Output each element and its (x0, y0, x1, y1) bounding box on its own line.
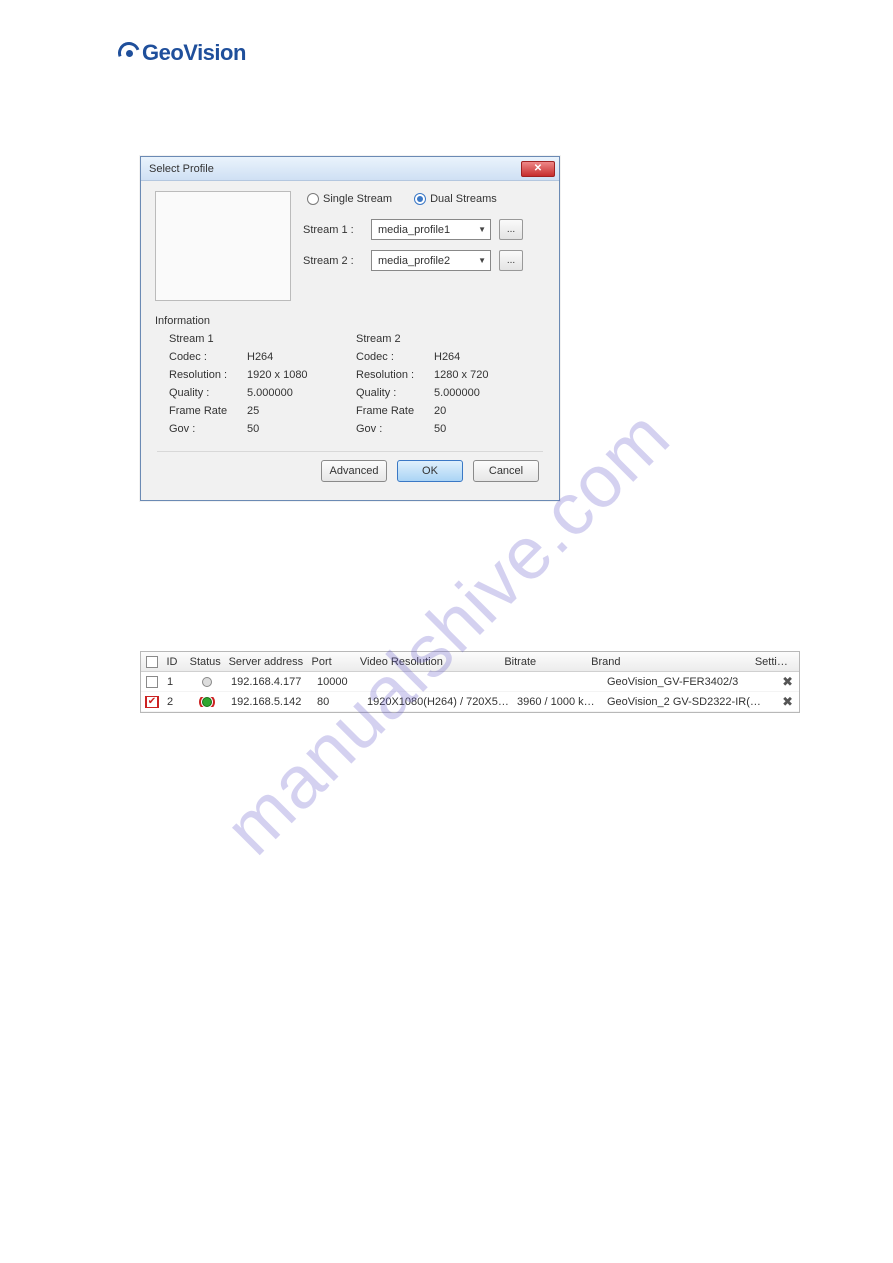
status-dot-icon (202, 677, 212, 687)
cell-id: 2 (163, 696, 187, 708)
col-address[interactable]: Server address (225, 656, 308, 668)
row-checkbox[interactable] (146, 676, 158, 688)
cell-port: 80 (313, 696, 363, 708)
dialog-titlebar: Select Profile ✕ (141, 157, 559, 181)
radio-label: Single Stream (323, 193, 392, 205)
info-val: H264 (434, 351, 460, 363)
combo-value: media_profile1 (378, 224, 450, 236)
col-bitrate[interactable]: Bitrate (500, 656, 587, 668)
cell-brand: GeoVision_2 GV-SD2322-IR(ONVIF) (603, 696, 773, 708)
info-key: Gov : (169, 423, 247, 435)
close-button[interactable]: ✕ (521, 161, 555, 177)
table-row[interactable]: 1 192.168.4.177 10000 GeoVision_GV-FER34… (141, 672, 799, 692)
info-val: 1280 x 720 (434, 369, 488, 381)
combo-value: media_profile2 (378, 255, 450, 267)
cell-bitrate: 3960 / 1000 kbps (513, 696, 603, 708)
stream2-select[interactable]: media_profile2 ▼ (371, 250, 491, 271)
logo-icon (118, 42, 140, 64)
close-icon: ✕ (534, 163, 542, 174)
stream1-browse-button[interactable]: ... (499, 219, 523, 240)
info-key: Frame Rate (169, 405, 247, 417)
radio-label: Dual Streams (430, 193, 497, 205)
dialog-title: Select Profile (149, 163, 214, 175)
row-settings-button[interactable]: ✖ (773, 694, 797, 710)
info-key: Frame Rate (356, 405, 434, 417)
radio-icon (414, 193, 426, 205)
cell-address: 192.168.4.177 (227, 676, 313, 688)
ok-button[interactable]: OK (397, 460, 463, 482)
col-status[interactable]: Status (186, 656, 225, 668)
cell-port: 10000 (313, 676, 363, 688)
info-key: Resolution : (356, 369, 434, 381)
stream2-browse-button[interactable]: ... (499, 250, 523, 271)
radio-icon (307, 193, 319, 205)
radio-single-stream[interactable]: Single Stream (307, 193, 392, 205)
col-brand[interactable]: Brand (587, 656, 751, 668)
info-key: Quality : (169, 387, 247, 399)
info-val: H264 (247, 351, 273, 363)
row-checkbox[interactable]: ✔ (146, 696, 158, 708)
info-key: Gov : (356, 423, 434, 435)
check-icon: ✔ (148, 697, 156, 707)
col-id[interactable]: ID (162, 656, 185, 668)
stream1-col-title: Stream 1 (169, 333, 350, 345)
info-val: 5.000000 (434, 387, 480, 399)
cell-id: 1 (163, 676, 187, 688)
info-key: Codec : (356, 351, 434, 363)
col-settings[interactable]: Settings (751, 656, 799, 668)
info-val: 5.000000 (247, 387, 293, 399)
advanced-button[interactable]: Advanced (321, 460, 387, 482)
info-key: Quality : (356, 387, 434, 399)
chevron-down-icon: ▼ (478, 256, 486, 265)
col-resolution[interactable]: Video Resolution (356, 656, 500, 668)
row-settings-button[interactable]: ✖ (773, 674, 797, 690)
info-key: Resolution : (169, 369, 247, 381)
cancel-button[interactable]: Cancel (473, 460, 539, 482)
select-profile-dialog: Select Profile ✕ Single Stream Dual (140, 156, 560, 501)
chevron-down-icon: ▼ (478, 225, 486, 234)
info-key: Codec : (169, 351, 247, 363)
stream2-label: Stream 2 : (303, 255, 363, 267)
camera-table: ID Status Server address Port Video Reso… (140, 651, 800, 713)
cell-brand: GeoVision_GV-FER3402/3 (603, 676, 773, 688)
preview-box (155, 191, 291, 301)
brand-logo: GeoVision (118, 40, 783, 66)
col-port[interactable]: Port (308, 656, 356, 668)
cell-resolution: 1920X1080(H264) / 720X576(H... (363, 696, 513, 708)
info-val: 1920 x 1080 (247, 369, 308, 381)
stream2-col-title: Stream 2 (356, 333, 537, 345)
info-val: 50 (247, 423, 259, 435)
table-header: ID Status Server address Port Video Reso… (141, 652, 799, 672)
select-all-checkbox[interactable] (146, 656, 158, 668)
info-val: 25 (247, 405, 259, 417)
stream1-label: Stream 1 : (303, 224, 363, 236)
table-row[interactable]: ✔ 2 192.168.5.142 80 1920X1080(H264) / 7… (141, 692, 799, 712)
info-val: 20 (434, 405, 446, 417)
logo-text: GeoVision (142, 40, 246, 66)
stream1-select[interactable]: media_profile1 ▼ (371, 219, 491, 240)
information-label: Information (155, 315, 545, 327)
radio-dual-streams[interactable]: Dual Streams (414, 193, 497, 205)
cell-address: 192.168.5.142 (227, 696, 313, 708)
info-val: 50 (434, 423, 446, 435)
status-dot-icon (202, 697, 212, 707)
